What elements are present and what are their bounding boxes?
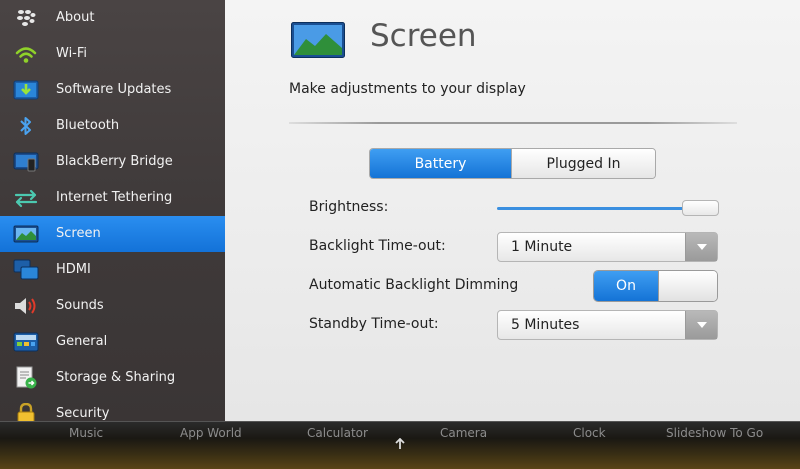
storage-icon (13, 366, 39, 390)
dock-item-music[interactable]: Music (69, 426, 103, 440)
page-title: Screen (370, 18, 477, 54)
brightness-label: Brightness: (309, 199, 389, 215)
dock-item-app-world[interactable]: App World (180, 426, 242, 440)
sidebar-item-security[interactable]: Security (0, 396, 225, 421)
bridge-icon (13, 150, 39, 174)
app-dock: Music App World Calculator Camera Clock … (0, 421, 800, 469)
chevron-down-icon (685, 233, 717, 261)
dock-item-calculator[interactable]: Calculator (307, 426, 368, 440)
power-source-tabs: Battery Plugged In (369, 148, 656, 179)
dock-item-slideshow-to-go[interactable]: Slideshow To Go (666, 426, 763, 440)
sidebar-item-label: Screen (56, 226, 101, 241)
dock-item-clock[interactable]: Clock (573, 426, 606, 440)
screen-icon (13, 222, 39, 246)
sidebar-item-storage-sharing[interactable]: Storage & Sharing (0, 360, 225, 396)
sidebar-item-label: Sounds (56, 298, 104, 313)
tab-battery[interactable]: Battery (370, 149, 511, 178)
chevron-down-icon (685, 311, 717, 339)
sidebar-item-sounds[interactable]: Sounds (0, 288, 225, 324)
general-icon (13, 330, 39, 354)
sidebar-item-software-updates[interactable]: Software Updates (0, 72, 225, 108)
lock-icon (13, 402, 39, 421)
sidebar-item-label: HDMI (56, 262, 91, 277)
tab-plugged-in[interactable]: Plugged In (511, 149, 655, 178)
brightness-slider-thumb[interactable] (682, 200, 719, 216)
bluetooth-icon (13, 114, 39, 138)
backlight-timeout-label: Backlight Time-out: (309, 238, 446, 254)
sidebar-item-label: BlackBerry Bridge (56, 154, 173, 169)
screen-header-icon (291, 22, 345, 58)
toggle-on-label: On (594, 271, 658, 301)
header-divider (289, 122, 737, 124)
blackberry-logo-icon (13, 6, 39, 30)
dock-item-camera[interactable]: Camera (440, 426, 487, 440)
backlight-timeout-value: 1 Minute (511, 239, 573, 255)
tethering-icon (13, 186, 39, 210)
sidebar-item-blackberry-bridge[interactable]: BlackBerry Bridge (0, 144, 225, 180)
sidebar-item-label: Storage & Sharing (56, 370, 176, 385)
sidebar-item-label: General (56, 334, 108, 349)
sidebar-item-label: Software Updates (56, 82, 172, 97)
toggle-knob[interactable] (658, 271, 717, 301)
sidebar-item-general[interactable]: General (0, 324, 225, 360)
sidebar-item-label: Wi-Fi (56, 46, 88, 61)
sidebar-item-wifi[interactable]: Wi-Fi (0, 36, 225, 72)
sidebar-item-label: About (56, 10, 95, 25)
sidebar-item-bluetooth[interactable]: Bluetooth (0, 108, 225, 144)
wifi-icon (13, 42, 39, 66)
sidebar-item-label: Internet Tethering (56, 190, 173, 205)
standby-timeout-dropdown[interactable]: 5 Minutes (497, 310, 718, 340)
speaker-icon (13, 294, 39, 318)
brightness-slider-track[interactable] (497, 207, 692, 210)
sidebar-item-about[interactable]: About (0, 0, 225, 36)
auto-dimming-label: Automatic Backlight Dimming (309, 277, 519, 293)
auto-dimming-toggle[interactable]: On (593, 270, 718, 302)
standby-timeout-label: Standby Time-out: (309, 316, 439, 332)
sidebar-item-label: Security (56, 406, 110, 421)
page-subtitle: Make adjustments to your display (289, 81, 526, 97)
sidebar-item-hdmi[interactable]: HDMI (0, 252, 225, 288)
backlight-timeout-dropdown[interactable]: 1 Minute (497, 232, 718, 262)
software-update-icon (13, 78, 39, 102)
up-arrow-icon[interactable] (392, 436, 408, 452)
standby-timeout-value: 5 Minutes (511, 317, 580, 333)
settings-sidebar: About Wi-Fi Software Updates Bluetooth B… (0, 0, 225, 421)
hdmi-icon (13, 258, 39, 282)
sidebar-item-screen[interactable]: Screen (0, 216, 225, 252)
screen-settings-panel: Screen Make adjustments to your display … (225, 0, 800, 421)
sidebar-item-label: Bluetooth (56, 118, 120, 133)
sidebar-item-internet-tethering[interactable]: Internet Tethering (0, 180, 225, 216)
